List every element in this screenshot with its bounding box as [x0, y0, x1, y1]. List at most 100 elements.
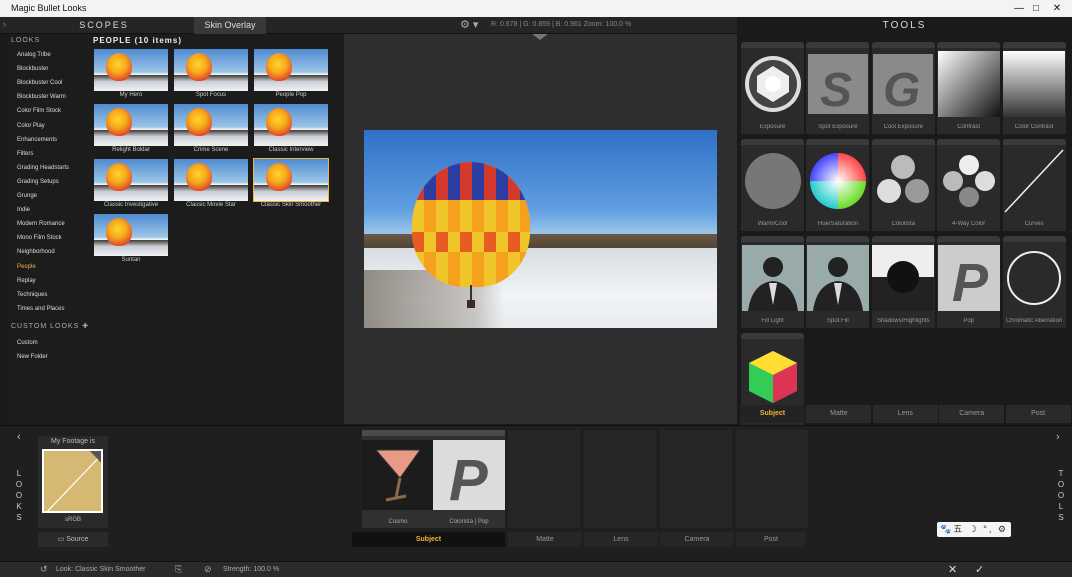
tools-tab-subject[interactable]: Subject	[740, 405, 806, 423]
ime-toolbar[interactable]: 🐾五 ☽ °, ⚙	[937, 522, 1011, 537]
look-thumbnail[interactable]: Crime Scene	[173, 103, 249, 153]
gear-icon[interactable]: ⚙ ▾	[460, 18, 478, 31]
chain-slot-empty[interactable]	[584, 430, 656, 528]
look-thumbnail[interactable]: Classic Investigative	[93, 158, 169, 208]
category-times-and-places[interactable]: Times and Places	[17, 306, 64, 312]
category-people[interactable]: People	[17, 264, 36, 270]
strength-icon[interactable]: ⊘	[204, 564, 212, 575]
tools-tab-lens[interactable]: Lens	[872, 405, 939, 423]
preview-image[interactable]	[364, 130, 717, 328]
tool-label: Cool Exposure	[883, 124, 923, 130]
tab-scopes[interactable]: SCOPES	[14, 17, 194, 34]
look-thumbnail[interactable]: Classic Interview	[253, 103, 329, 153]
tools-tab-post[interactable]: Post	[1005, 405, 1072, 423]
look-label: Relight Boldar	[112, 147, 150, 153]
pop-letter-icon: P	[433, 440, 505, 510]
cool-exposure-icon: G	[872, 50, 935, 118]
tool-label: Hue/Saturation	[817, 221, 858, 227]
tools-tab-matte[interactable]: Matte	[806, 405, 873, 423]
ok-icon[interactable]: ✓	[975, 563, 984, 576]
tab-skin-overlay[interactable]: Skin Overlay	[194, 17, 266, 34]
look-preview-image	[174, 159, 248, 201]
source-node[interactable]: My Footage is sRGB	[38, 436, 108, 528]
chain-slot-colorista-pop[interactable]: P Colorista | Pop	[433, 430, 505, 528]
look-thumbnail[interactable]: Relight Boldar	[93, 103, 169, 153]
category-color-play[interactable]: Color Play	[17, 123, 45, 129]
tool-tile[interactable]: 4-Way Color	[937, 139, 1001, 231]
tool-tile[interactable]: Hue/Saturation	[806, 139, 870, 231]
cosmo-glass-icon	[362, 440, 434, 510]
tool-tile[interactable]: Fill Light	[741, 236, 804, 328]
category-blockbuster-cool[interactable]: Blockbuster Cool	[17, 80, 62, 86]
category-color-film-stock[interactable]: Color Film Stock	[17, 108, 61, 114]
cancel-icon[interactable]: ✕	[948, 563, 957, 576]
category-grading-setups[interactable]: Grading Setups	[17, 179, 59, 185]
tool-tile[interactable]: Curves	[1002, 139, 1066, 231]
look-label: Classic Skin Smoother	[260, 202, 322, 208]
viewer-notch-icon[interactable]	[532, 34, 548, 40]
tools-tab-camera[interactable]: Camera	[939, 405, 1006, 423]
tool-tile[interactable]: Spot Fill	[806, 236, 870, 328]
looks-vertical-label[interactable]: LOOKS	[14, 468, 24, 523]
preview-viewer	[344, 34, 737, 424]
chain-slot-cosmo[interactable]: Cosmo	[362, 430, 434, 528]
custom-item-new-folder[interactable]: New Folder	[17, 354, 48, 360]
source-button[interactable]: ▭ Source	[38, 532, 108, 547]
save-look-icon[interactable]: ⎘	[175, 564, 182, 575]
chain-slot-empty[interactable]	[736, 430, 808, 528]
tool-label: Color Contrast	[1014, 124, 1054, 130]
category-techniques[interactable]: Techniques	[17, 292, 47, 298]
category-blockbuster[interactable]: Blockbuster	[17, 66, 48, 72]
category-mono-film-stock[interactable]: Mono Film Stock	[17, 235, 62, 241]
custom-item-custom[interactable]: Custom	[17, 340, 38, 346]
look-thumbnail[interactable]: People Pop	[253, 48, 329, 98]
close-button[interactable]: ✕	[1040, 0, 1072, 17]
look-thumbnail[interactable]: My Hero	[93, 48, 169, 98]
category-blockbuster-warm[interactable]: Blockbuster Warm	[17, 94, 66, 100]
category-grading-headstarts[interactable]: Grading Headstarts	[17, 165, 69, 171]
chevron-right-icon[interactable]: ›	[1056, 431, 1060, 443]
tool-tile[interactable]: Exposure	[741, 42, 804, 134]
tool-tile[interactable]: G Cool Exposure	[871, 42, 935, 134]
chain-tab-matte[interactable]: Matte	[508, 532, 582, 547]
chain-slot-empty[interactable]	[660, 430, 732, 528]
tool-tile[interactable]: Colorista	[871, 139, 935, 231]
tool-tile[interactable]: Contrast	[937, 42, 1001, 134]
source-button-label: Source	[66, 536, 89, 543]
tool-tile[interactable]: Shadows/Highlights	[871, 236, 935, 328]
grid-title: PEOPLE (10 items)	[93, 36, 183, 45]
category-modern-romance[interactable]: Modern Romance	[17, 221, 65, 227]
chain-tab-subject[interactable]: Subject	[352, 532, 505, 547]
exposure-aperture-icon	[741, 50, 804, 118]
category-neighborhood[interactable]: Neighborhood	[17, 249, 55, 255]
category-filters[interactable]: Filters	[17, 151, 33, 157]
reset-icon[interactable]: ↺	[40, 564, 48, 575]
tool-label: 4-Way Color	[952, 221, 986, 227]
look-thumbnail[interactable]: Suntan	[93, 213, 169, 263]
chain-tab-post[interactable]: Post	[736, 532, 806, 547]
tool-tile[interactable]: Color Contrast	[1002, 42, 1066, 134]
tools-vertical-label[interactable]: TOOLS	[1056, 468, 1066, 523]
tool-tile[interactable]: Chromatic Aberration	[1002, 236, 1066, 328]
look-thumbnail[interactable]: Spot Focus	[173, 48, 249, 98]
tool-label: Shadows/Highlights	[876, 318, 930, 324]
chain-tab-camera[interactable]: Camera	[660, 532, 734, 547]
tool-tile[interactable]: P Pop	[937, 236, 1001, 328]
tool-tile[interactable]: Warm/Cool	[741, 139, 804, 231]
category-indie[interactable]: Indie	[17, 207, 30, 213]
tool-label: Curves	[1024, 221, 1044, 227]
category-analog-tribe[interactable]: Analog Tribe	[17, 52, 51, 58]
tool-tile[interactable]: S Spot Exposure	[806, 42, 870, 134]
source-swatch	[42, 449, 103, 513]
chevron-left-icon[interactable]: ‹	[17, 431, 21, 443]
custom-looks-heading[interactable]: CUSTOM LOOKS ✚	[11, 322, 89, 330]
category-enhancements[interactable]: Enhancements	[17, 137, 57, 143]
expand-icon[interactable]: ›	[3, 19, 6, 29]
category-grunge[interactable]: Grunge	[17, 193, 37, 199]
chain-slot-empty[interactable]	[508, 430, 580, 528]
look-thumbnail[interactable]: Classic Movie Star	[173, 158, 249, 208]
category-replay[interactable]: Replay	[17, 278, 36, 284]
status-bar: ↺ Look: Classic Skin Smoother ⎘ ⊘ Streng…	[0, 561, 1072, 577]
look-thumbnail[interactable]: Classic Skin Smoother	[253, 158, 329, 208]
chain-tab-lens[interactable]: Lens	[584, 532, 658, 547]
